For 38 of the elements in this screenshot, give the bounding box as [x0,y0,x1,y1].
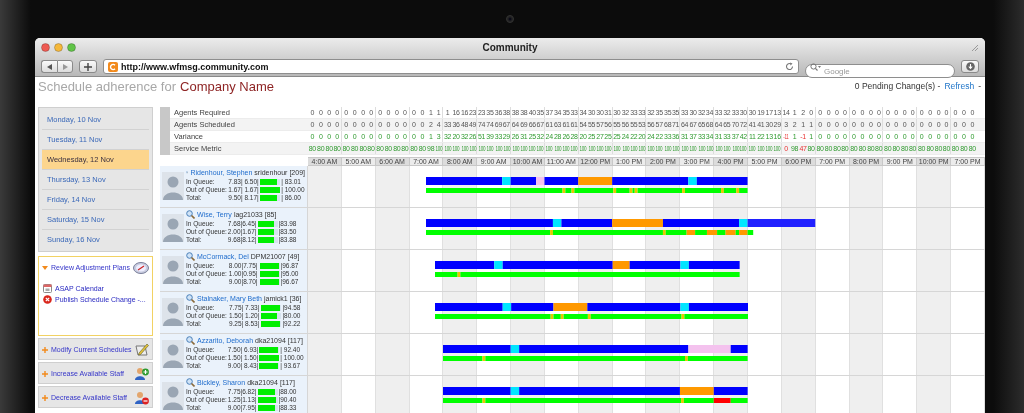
camera-icon [506,15,514,23]
address-field[interactable]: http://www.wfmsg.community.com [103,59,799,74]
calendar-icon [43,284,52,293]
user-remove-icon [135,390,149,405]
row-header-strip [160,107,170,155]
separator-text: - [978,81,981,91]
plus-icon [84,62,92,71]
url-text: http://www.wfmsg.community.com [121,61,269,72]
window-title: Community [481,42,539,53]
new-tab-button[interactable] [79,60,97,73]
pending-changes: 0 Pending Change(s) - [854,81,941,91]
site-icon [108,61,118,72]
resize-icon[interactable] [971,43,979,52]
back-button[interactable] [41,60,57,73]
back-icon [46,63,53,70]
plus-icon[interactable] [42,394,48,401]
page-title: Schedule adherence for [38,78,177,94]
pencil-icon [135,343,149,356]
plus-icon[interactable] [42,370,48,377]
refresh-link[interactable]: Refresh [944,81,975,91]
caret-icon[interactable] [42,265,48,270]
alert-icon [43,295,52,304]
download-icon [965,62,975,71]
avatar-icon [162,214,184,242]
search-field[interactable]: Google [805,64,955,78]
avatar-icon [162,382,184,410]
reload-icon[interactable] [785,62,794,71]
avatar-icon [162,298,184,326]
forward-icon [62,63,68,70]
user-add-icon [135,366,149,381]
avatar-icon [162,256,184,284]
company-name: Company Name [180,78,274,94]
avatar-icon [162,172,184,200]
download-button[interactable] [961,60,979,73]
plus-icon[interactable] [42,346,48,353]
avatar-icon [162,340,184,368]
gauge-icon [133,261,149,274]
forward-button[interactable] [57,60,73,73]
